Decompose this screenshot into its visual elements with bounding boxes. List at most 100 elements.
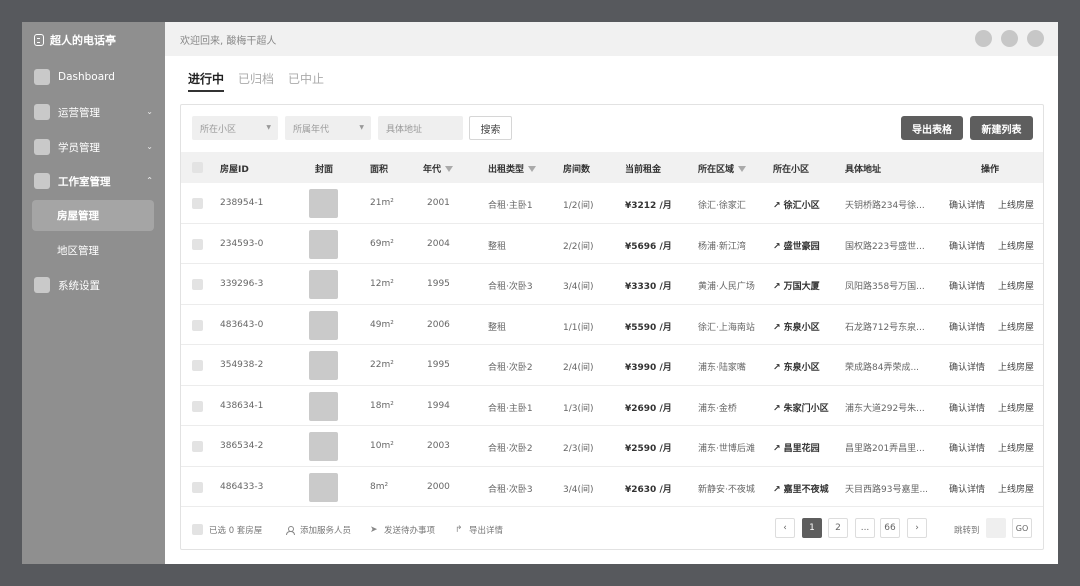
go-button[interactable]: GO: [1012, 518, 1032, 538]
row-checkbox[interactable]: [192, 360, 203, 371]
page-ellipsis[interactable]: ...: [855, 518, 875, 538]
cell-community[interactable]: ↗ 嘉里不夜城: [773, 482, 829, 495]
cell-community[interactable]: ↗ 盛世豪园: [773, 239, 820, 252]
add-staff-button[interactable]: 添加服务人员: [286, 524, 351, 536]
cover-thumbnail[interactable]: [309, 391, 338, 421]
cell-rooms: 3/4(间): [563, 484, 594, 495]
cell-rooms: 1/3(间): [563, 403, 594, 414]
cover-thumbnail[interactable]: [309, 432, 338, 461]
col-type[interactable]: 出租类型: [488, 162, 537, 175]
cell-year: 1995: [427, 360, 450, 370]
go-online-link[interactable]: 上线房屋: [998, 198, 1034, 211]
tab-in-progress[interactable]: 进行中: [188, 70, 225, 92]
cell-area: 49m²: [370, 319, 394, 330]
add-staff-label: 添加服务人员: [300, 526, 352, 536]
cell-address: 国权路223号盛世...: [845, 241, 925, 252]
row-checkbox[interactable]: [192, 238, 203, 250]
confirm-detail-link[interactable]: 确认详情: [949, 239, 985, 252]
cell-rent: ¥3212 /月: [625, 201, 672, 211]
col-year[interactable]: 年代: [423, 162, 454, 175]
footer-select-checkbox[interactable]: [192, 524, 203, 535]
cover-thumbnail[interactable]: [309, 351, 338, 380]
address-input[interactable]: 具体地址: [378, 116, 463, 140]
community-select[interactable]: 所在小区 ▼: [192, 116, 278, 140]
confirm-detail-link[interactable]: 确认详情: [949, 198, 985, 211]
send-todo-button[interactable]: ➤ 发送待办事项: [370, 524, 435, 536]
cell-area: 18m²: [370, 400, 394, 411]
tab-terminated[interactable]: 已中止: [288, 70, 324, 92]
export-table-button[interactable]: 导出表格: [901, 116, 963, 140]
tab-archived[interactable]: 已归档: [238, 70, 274, 92]
page-66-button[interactable]: 66: [880, 518, 900, 538]
go-online-link[interactable]: 上线房屋: [998, 279, 1034, 292]
page-2-button[interactable]: 2: [828, 518, 848, 538]
go-online-link[interactable]: 上线房屋: [998, 360, 1034, 373]
row-checkbox[interactable]: [192, 481, 203, 493]
row-checkbox[interactable]: [192, 279, 203, 290]
go-online-link[interactable]: 上线房屋: [998, 239, 1034, 252]
sidebar-subitem-label: 房屋管理: [57, 210, 99, 222]
user-icon: [286, 525, 295, 535]
sidebar-item-dashboard[interactable]: Dashboard: [22, 62, 165, 92]
cover-thumbnail[interactable]: [309, 229, 338, 259]
jump-page-input[interactable]: [986, 518, 1006, 538]
cell-community[interactable]: ↗ 东泉小区: [773, 360, 820, 373]
sidebar-subitem-housing[interactable]: 房屋管理: [32, 200, 154, 231]
prev-page-button[interactable]: ‹: [775, 518, 795, 538]
sidebar-subitem-regions[interactable]: 地区管理: [32, 235, 154, 266]
row-checkbox[interactable]: [192, 198, 203, 209]
brand[interactable]: 超人的电话亭: [22, 22, 165, 58]
window-button-1[interactable]: [975, 30, 992, 47]
cover-thumbnail[interactable]: [309, 189, 338, 218]
cell-community[interactable]: ↗ 朱家门小区: [773, 401, 829, 414]
cell-community[interactable]: ↗ 东泉小区: [773, 320, 820, 333]
next-page-button[interactable]: ›: [907, 518, 927, 538]
sidebar-item-operations[interactable]: 运营管理 ⌄: [22, 97, 165, 127]
window-button-2[interactable]: [1001, 30, 1018, 47]
cell-type: 合租·主卧1: [488, 403, 533, 414]
filter-icon[interactable]: [445, 166, 454, 172]
sidebar-item-settings[interactable]: 系统设置: [22, 270, 165, 300]
select-all-checkbox[interactable]: [192, 162, 203, 173]
sidebar-item-studio[interactable]: 工作室管理 ⌃: [22, 166, 165, 196]
filter-icon[interactable]: [528, 166, 537, 172]
row-checkbox[interactable]: [192, 441, 203, 452]
confirm-detail-link[interactable]: 确认详情: [949, 401, 985, 414]
cell-community[interactable]: ↗ 徐汇小区: [773, 198, 820, 211]
filter-icon[interactable]: [738, 166, 747, 172]
cell-region: 浦东·世博后滩: [698, 444, 755, 454]
col-id[interactable]: 房屋ID: [220, 162, 249, 175]
cell-year: 2006: [427, 319, 450, 330]
cell-address: 石龙路712号东泉...: [845, 322, 925, 333]
go-online-link[interactable]: 上线房屋: [998, 401, 1034, 414]
cover-thumbnail[interactable]: [309, 270, 338, 299]
go-online-link[interactable]: 上线房屋: [998, 482, 1034, 495]
cell-community[interactable]: ↗ 万国大厦: [773, 279, 820, 292]
confirm-detail-link[interactable]: 确认详情: [949, 320, 985, 333]
row-checkbox[interactable]: [192, 319, 203, 331]
go-online-link[interactable]: 上线房屋: [998, 441, 1034, 454]
year-select[interactable]: 所属年代 ▼: [285, 116, 371, 140]
cover-thumbnail[interactable]: [309, 472, 338, 502]
confirm-detail-link[interactable]: 确认详情: [949, 360, 985, 373]
go-online-link[interactable]: 上线房屋: [998, 320, 1034, 333]
row-checkbox[interactable]: [192, 400, 203, 412]
cell-type: 合租·次卧2: [488, 363, 533, 373]
sidebar-item-students[interactable]: 学员管理 ⌄: [22, 132, 165, 162]
cell-community[interactable]: ↗ 昌里花园: [773, 441, 820, 454]
confirm-detail-link[interactable]: 确认详情: [949, 279, 985, 292]
cell-id: 238954-1: [220, 198, 264, 208]
window-button-3[interactable]: [1027, 30, 1044, 47]
search-button[interactable]: 搜索: [469, 116, 512, 140]
export-detail-button[interactable]: ↱ 导出详情: [455, 524, 503, 536]
cell-year: 2004: [427, 238, 450, 249]
page-1-button[interactable]: 1: [802, 518, 822, 538]
confirm-detail-link[interactable]: 确认详情: [949, 482, 985, 495]
confirm-detail-link[interactable]: 确认详情: [949, 441, 985, 454]
col-region[interactable]: 所在区域: [698, 162, 747, 175]
cover-thumbnail[interactable]: [309, 310, 338, 340]
top-bar: 欢迎回来, 酸梅干超人: [165, 22, 1058, 56]
cell-rooms: 1/2(间): [563, 201, 594, 211]
new-list-button[interactable]: 新建列表: [970, 116, 1033, 140]
cell-rent: ¥5590 /月: [625, 322, 672, 333]
